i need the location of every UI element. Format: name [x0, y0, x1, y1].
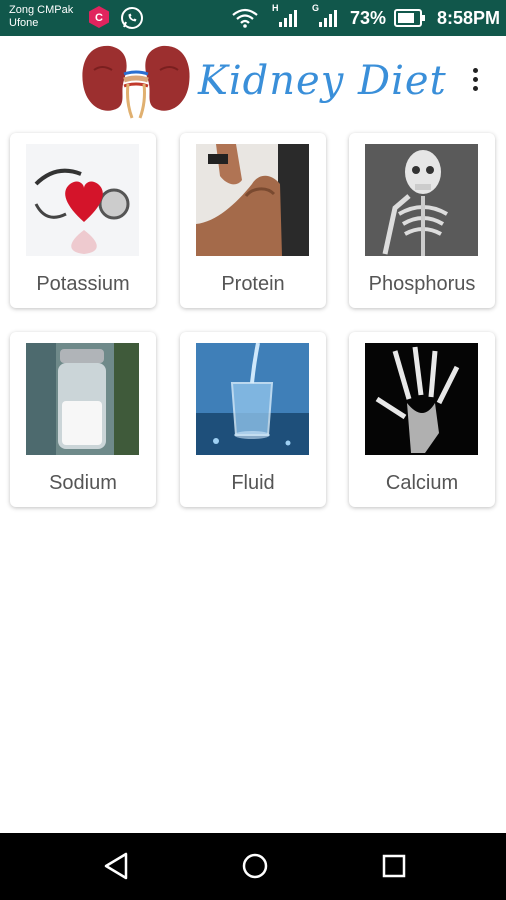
- skeleton-image: [365, 144, 478, 256]
- battery-icon: [394, 9, 426, 32]
- category-label: Sodium: [49, 472, 117, 494]
- category-card-fluid[interactable]: Fluid: [180, 332, 326, 507]
- overflow-menu-icon[interactable]: [466, 66, 484, 96]
- home-icon[interactable]: [240, 851, 270, 886]
- svg-text:C: C: [95, 12, 103, 24]
- category-card-phosphorus[interactable]: Phosphorus: [349, 133, 495, 308]
- app-bar: Kidney Diet: [0, 36, 506, 126]
- category-label: Phosphorus: [368, 273, 476, 295]
- app-title: Kidney Diet: [198, 58, 447, 104]
- carrier-info: Zong CMPak Ufone: [9, 4, 73, 30]
- heart-stethoscope-image: [26, 144, 139, 256]
- c-app-icon: C: [88, 5, 110, 34]
- category-card-protein[interactable]: Protein: [180, 133, 326, 308]
- clock: 8:58PM: [437, 8, 501, 28]
- signal-icon: [318, 8, 340, 33]
- salt-shaker-image: [26, 343, 139, 455]
- recents-icon[interactable]: [380, 851, 408, 886]
- status-bar: Zong CMPak Ufone C H G 73% 8:58PM: [0, 0, 506, 36]
- hand-xray-image: [365, 343, 478, 455]
- category-card-potassium[interactable]: Potassium: [10, 133, 156, 308]
- carrier-line-1: Zong CMPak: [9, 4, 74, 16]
- wifi-icon: [232, 8, 258, 33]
- battery-percent: 73%: [350, 8, 387, 28]
- category-label: Fluid: [231, 472, 275, 494]
- carrier-line-2: Ufone: [9, 17, 39, 29]
- back-icon[interactable]: [102, 851, 130, 886]
- flexed-arm-image: [196, 144, 309, 256]
- category-card-calcium[interactable]: Calcium: [349, 332, 495, 507]
- signal-icon: [278, 8, 300, 33]
- category-label: Protein: [221, 273, 285, 295]
- category-label: Calcium: [385, 472, 459, 494]
- water-glass-image: [196, 343, 309, 455]
- category-card-sodium[interactable]: Sodium: [10, 332, 156, 507]
- whatsapp-icon: [120, 6, 144, 35]
- category-label: Potassium: [36, 273, 130, 295]
- navigation-bar: [0, 833, 506, 900]
- kidney-logo-icon: [80, 40, 192, 125]
